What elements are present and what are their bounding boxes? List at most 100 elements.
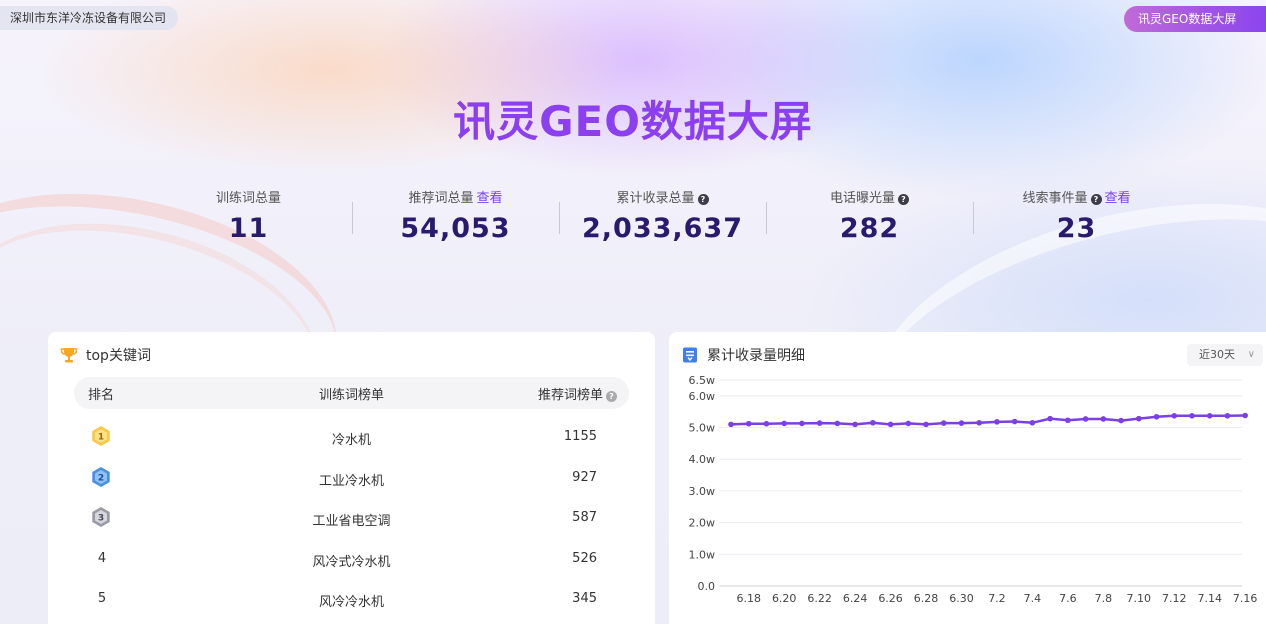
keyword: 工业省电空调 (312, 514, 391, 529)
y-tick-label: 0.0 (698, 580, 716, 593)
data-point[interactable] (1047, 415, 1053, 422)
x-tick-label: 6.20 (772, 592, 797, 605)
document-icon (681, 346, 699, 364)
stat-label: 线索事件量 (1022, 191, 1088, 206)
stat-value: 11 (228, 213, 269, 244)
x-tick-label: 7.14 (1197, 592, 1222, 605)
keyword: 工业冷水机 (318, 473, 384, 489)
top-keywords-card: top关键词 排名 训练词榜单 推荐词榜单? 1 冷水机 1155 2 工业冷水… (48, 332, 655, 624)
data-point[interactable] (905, 420, 912, 427)
y-tick-label: 2.0w (689, 517, 716, 530)
trophy-icon (60, 346, 78, 364)
stat-label: 训练词总量 (215, 191, 281, 206)
keyword: 风冷冷水机 (318, 595, 384, 610)
stat-total-indexed: 累计收录总量? 2,033,637 (559, 190, 766, 250)
data-point[interactable] (1189, 413, 1195, 419)
x-tick-label: 7.6 (1059, 592, 1077, 605)
data-point[interactable] (887, 421, 894, 428)
data-point[interactable] (1011, 418, 1018, 425)
card-title: top关键词 (86, 348, 151, 364)
y-tick-label: 1.0w (689, 548, 716, 561)
data-point[interactable] (1242, 412, 1248, 419)
col-recommend: 推荐词榜单 (537, 387, 603, 403)
data-point[interactable] (1065, 417, 1071, 424)
data-point[interactable] (1224, 413, 1231, 419)
y-tick-label: 6.0w (689, 390, 716, 403)
y-tick-label: 6.5w (689, 374, 716, 387)
stat-value: 23 (1056, 213, 1097, 244)
data-point[interactable] (728, 421, 734, 428)
stats-row: 训练词总量 11 推荐词总量 查看 54,053 累计收录总量? 2,033,63… (145, 190, 1180, 250)
table-header: 排名 训练词榜单 推荐词榜单? (74, 377, 629, 409)
keyword: 风冷式冷水机 (312, 554, 391, 570)
x-tick-label: 7.12 (1162, 592, 1187, 605)
company-name-tag: 深圳市东洋冷冻设备有限公司 (0, 6, 179, 30)
data-point[interactable] (1135, 415, 1142, 422)
table-row: 3 工业省电空调 587 (74, 499, 629, 540)
x-tick-label: 6.24 (843, 592, 868, 605)
data-point[interactable] (1029, 419, 1036, 426)
data-point[interactable] (1171, 413, 1178, 419)
keyword-count: 526 (572, 550, 597, 566)
stat-value: 282 (839, 213, 900, 244)
data-point[interactable] (834, 420, 841, 427)
date-range-select[interactable]: 近30天 ∨ (1187, 344, 1263, 366)
data-point[interactable] (923, 421, 929, 428)
help-icon[interactable]: ? (1090, 194, 1102, 205)
keyword-count: 1155 (563, 429, 597, 444)
data-point[interactable] (799, 420, 805, 427)
view-leads-link[interactable]: 查看 (1105, 191, 1131, 206)
stat-label: 电话曝光量 (829, 191, 895, 206)
data-point[interactable] (852, 421, 858, 428)
data-point[interactable] (763, 420, 770, 427)
series-line (730, 414, 1246, 426)
data-point[interactable] (1153, 413, 1160, 420)
data-point[interactable] (958, 420, 965, 426)
help-icon[interactable]: ? (697, 194, 709, 205)
view-recommend-link[interactable]: 查看 (477, 191, 503, 206)
stat-label: 累计收录总量 (616, 191, 695, 206)
stat-label: 推荐词总量 (408, 191, 474, 206)
indexed-line-chart: 0.0 1.0w 2.0w 3.0w 4.0w 5.0w 6.0w 6.5w 6.18 6.20 6… (689, 374, 1258, 605)
indexed-detail-card: 累计收录量明细 近30天 ∨ 0.0 1.0w 2.0w 3.0w 4.0w 5.0w 6.… (669, 332, 1266, 624)
stat-value: 54,053 (400, 213, 511, 244)
help-icon[interactable]: ? (898, 194, 909, 205)
keyword-count: 927 (572, 469, 597, 485)
stat-value: 2,033,637 (581, 213, 744, 244)
stat-training-words: 训练词总量 11 (145, 190, 352, 250)
stat-leads: 线索事件量? 查看 23 (973, 190, 1180, 250)
x-tick-label: 6.30 (949, 592, 974, 605)
data-point[interactable] (940, 420, 947, 426)
table-row: 4 风冷式冷水机 526 (74, 540, 629, 581)
table-row: 1 冷水机 1155 (74, 418, 629, 459)
data-point[interactable] (781, 420, 787, 427)
x-tick-label: 6.18 (736, 592, 761, 605)
card-title: 累计收录量明细 (707, 348, 805, 364)
stat-phone-exposure: 电话曝光量? 282 (766, 190, 973, 250)
keyword-count: 587 (572, 510, 597, 525)
data-point[interactable] (870, 419, 876, 426)
table-row: 5 风冷冷水机 345 (74, 580, 629, 621)
y-tick-label: 3.0w (689, 485, 716, 498)
table-row: 2 工业冷水机 927 (74, 459, 629, 500)
x-tick-label: 6.26 (878, 592, 903, 605)
data-point[interactable] (976, 419, 983, 426)
data-point[interactable] (1082, 416, 1089, 422)
x-tick-label: 7.10 (1127, 592, 1152, 605)
data-point[interactable] (1206, 413, 1213, 419)
data-point[interactable] (1100, 416, 1107, 422)
y-tick-label: 4.0w (689, 453, 716, 466)
keyword-count: 345 (572, 591, 597, 606)
data-point[interactable] (994, 419, 1000, 425)
data-screen-button[interactable]: 讯灵GEO数据大屏 (1124, 6, 1266, 32)
data-point[interactable] (745, 420, 752, 427)
chevron-down-icon: ∨ (1247, 349, 1255, 360)
data-point[interactable] (816, 420, 823, 426)
x-tick-label: 6.22 (807, 592, 832, 605)
help-icon[interactable]: ? (606, 390, 617, 402)
y-tick-label: 5.0w (689, 422, 716, 435)
x-tick-label: 7.4 (1024, 592, 1042, 605)
data-point[interactable] (1118, 417, 1124, 424)
x-tick-label: 6.28 (914, 592, 939, 605)
x-tick-label: 7.2 (988, 592, 1006, 605)
